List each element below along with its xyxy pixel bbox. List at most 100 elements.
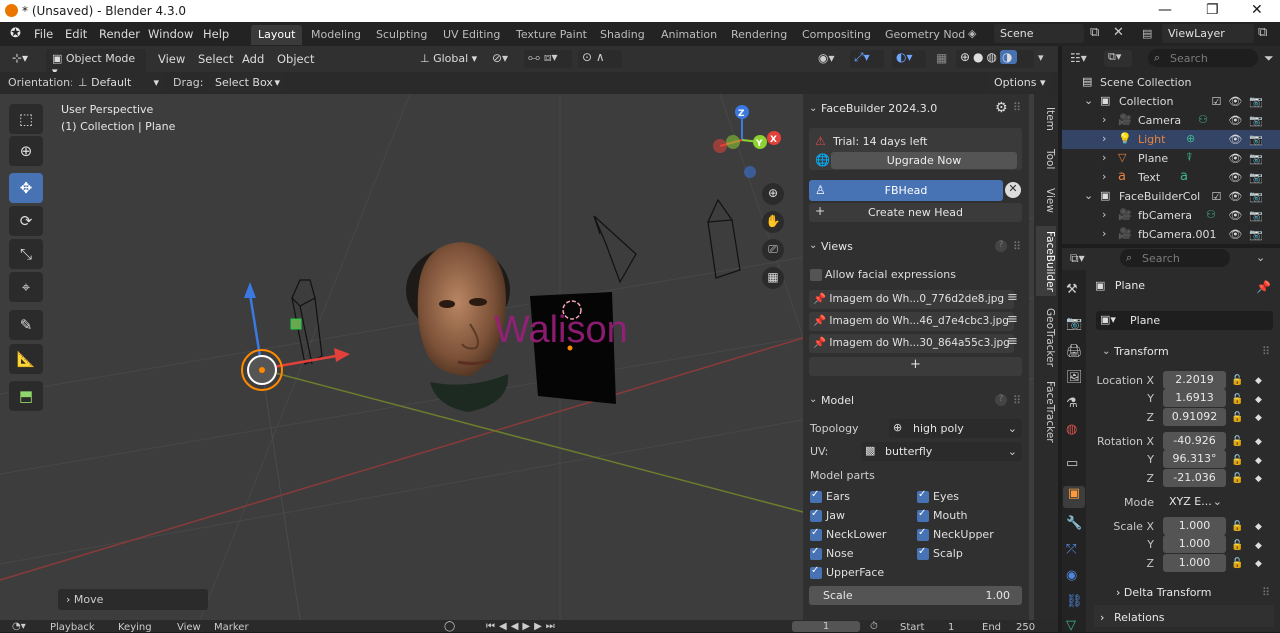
outliner-row-fbcamera[interactable]: › 🎥 fbCamera ⚇ 👁📷 — [1062, 206, 1280, 225]
rotate-tool[interactable]: ⟳ — [9, 206, 43, 236]
scale-z-field[interactable]: 1.000 — [1163, 554, 1226, 572]
scene-tab-icon[interactable]: ⚗ — [1066, 396, 1078, 411]
options-dropdown[interactable]: Options ▾ — [988, 73, 1052, 92]
tab-rendering[interactable]: Rendering — [724, 25, 794, 45]
shading-mode-icons[interactable]: ⊕●◍ ◑ — [956, 50, 1034, 68]
visibility-icon[interactable]: ◉▾ — [818, 51, 835, 65]
pivot-icon[interactable]: ⊘▾ — [492, 51, 508, 65]
location-y-field[interactable]: 1.6913 — [1163, 389, 1226, 407]
scale-y-field[interactable]: 1.000 — [1163, 535, 1226, 553]
help-icon[interactable]: ? — [995, 394, 1007, 406]
tab-compositing[interactable]: Compositing — [795, 25, 878, 45]
view-layer-tab-icon[interactable]: 🖼 — [1066, 370, 1083, 385]
menu-edit[interactable]: Edit — [65, 27, 87, 41]
part-ears-checkbox[interactable]: Ears — [810, 489, 850, 503]
menu-file[interactable]: File — [34, 27, 53, 41]
gear-icon[interactable]: ⚙ — [995, 100, 1008, 116]
visibility-toggles-icon[interactable]: ☑👁📷 — [1211, 190, 1270, 203]
delete-scene-icon[interactable]: ✕ — [1113, 25, 1124, 40]
select-box-tool[interactable]: ⬚ — [9, 104, 43, 134]
render-tab-icon[interactable]: 📷 — [1066, 316, 1082, 331]
part-eyes-checkbox[interactable]: Eyes — [917, 489, 959, 503]
filter-icon[interactable]: ⏷ — [1264, 51, 1274, 66]
hamburger-menu-icon[interactable]: ≡ — [1007, 290, 1018, 305]
lock-column-location[interactable]: 🔓 🔓 🔓 — [1231, 372, 1243, 428]
menu-window[interactable]: Window — [148, 27, 193, 41]
part-neckupper-checkbox[interactable]: NeckUpper — [917, 527, 994, 541]
timeline-menu-keying[interactable]: Keying — [118, 622, 152, 633]
tab-layout[interactable]: Layout — [251, 25, 303, 45]
part-necklower-checkbox[interactable]: NeckLower — [810, 527, 886, 541]
hamburger-menu-icon[interactable]: ≡ — [1007, 312, 1018, 327]
output-tab-icon[interactable]: 🖨 — [1066, 344, 1083, 359]
drag-handle-icon[interactable]: ⠿ — [1262, 345, 1270, 358]
pin-icon[interactable]: 📌 — [1256, 280, 1271, 294]
data-tab-icon[interactable]: ▽ — [1066, 618, 1076, 633]
menu-help[interactable]: Help — [203, 27, 229, 41]
visibility-toggles-icon[interactable]: ☑👁📷 — [1211, 95, 1270, 108]
part-nose-checkbox[interactable]: Nose — [810, 546, 853, 560]
vp-menu-view[interactable]: View — [158, 52, 185, 66]
fbhead-item[interactable]: ♙ FBHead — [809, 180, 1003, 201]
visibility-toggles-icon[interactable]: 👁📷 — [1228, 114, 1270, 127]
add-cube-tool[interactable]: ⬒ — [9, 381, 43, 411]
object-name-field[interactable]: ▣▾ Plane — [1096, 311, 1273, 330]
rotation-mode-dropdown[interactable]: XYZ E... ⌄ — [1163, 493, 1226, 511]
image-view-row[interactable]: 📌 Imagem do Wh...30_864a55c3.jpg — [809, 334, 1014, 353]
world-tab-icon[interactable]: ◍ — [1066, 422, 1077, 437]
tab-facetracker[interactable]: FaceTracker — [1036, 378, 1056, 446]
tab-shading[interactable]: Shading — [593, 25, 652, 45]
end-field[interactable]: 250 — [1016, 622, 1035, 633]
zoom-icon[interactable]: ⊕ — [762, 183, 784, 205]
tab-uv-editing[interactable]: UV Editing — [436, 25, 507, 45]
modifier-tab-icon[interactable]: 🔧 — [1066, 516, 1082, 531]
part-scalp-checkbox[interactable]: Scalp — [917, 546, 963, 560]
camera-view-icon[interactable]: ⎚ — [762, 239, 784, 261]
outliner-row-fbcamera-001[interactable]: › 🎥 fbCamera.001 👁📷 — [1062, 225, 1280, 244]
outliner-row-scene-collection[interactable]: ▤ Scene Collection — [1062, 73, 1280, 92]
properties-search-input[interactable]: ⌕ Search — [1120, 249, 1230, 267]
part-upperface-checkbox[interactable]: UpperFace — [810, 565, 884, 579]
overlay-toggle-icon[interactable]: ◐▾ — [892, 50, 926, 68]
perspective-toggle-icon[interactable]: ▦ — [762, 267, 784, 289]
help-icon[interactable]: ? — [995, 240, 1007, 252]
location-z-field[interactable]: 0.91092 — [1163, 408, 1226, 426]
delta-transform-section[interactable]: › Delta Transform — [1116, 586, 1211, 599]
outliner-row-facebuildercol[interactable]: ⌄ ▣ FaceBuilderCol ☑👁📷 — [1062, 187, 1280, 206]
minimize-button[interactable]: — — [1158, 2, 1172, 18]
rotation-y-field[interactable]: 96.313° — [1163, 450, 1226, 468]
visibility-toggles-icon[interactable]: 👁📷 — [1228, 171, 1270, 184]
scale-x-field[interactable]: 1.000 — [1163, 517, 1226, 535]
properties-editor-icon[interactable]: ⧉▾ — [1070, 251, 1085, 266]
particles-tab-icon[interactable]: ⤱ — [1066, 542, 1076, 557]
part-mouth-checkbox[interactable]: Mouth — [917, 508, 967, 522]
tab-modeling[interactable]: Modeling — [304, 25, 368, 45]
timeline-menu-view[interactable]: View — [177, 622, 201, 633]
start-field[interactable]: 1 — [948, 622, 954, 633]
tab-geometry-nodes[interactable]: Geometry Nod — [878, 25, 972, 45]
outliner-editor-icon[interactable]: ☷▾ — [1070, 51, 1087, 65]
tab-tool[interactable]: Tool — [1036, 142, 1056, 176]
tab-animation[interactable]: Animation — [654, 25, 724, 45]
move-tool[interactable]: ✥ — [9, 173, 43, 203]
orientation-dropdown[interactable]: ⊥ Default ▾ — [72, 73, 164, 92]
visibility-toggles-icon[interactable]: 👁📷 — [1228, 152, 1270, 165]
shading-options-chevron-icon[interactable]: ▾ — [1038, 51, 1044, 64]
view-layer-field[interactable]: ViewLayer — [1162, 24, 1254, 43]
image-view-row[interactable]: 📌 Imagem do Wh...0_776d2de8.jpg — [809, 290, 1014, 309]
maximize-button[interactable]: ❐ — [1206, 2, 1219, 18]
playback-controls-icon[interactable]: ⏮◀◀▶▶⏭ — [486, 621, 559, 632]
object-tab-icon[interactable]: ▣ — [1063, 486, 1085, 508]
create-new-head-button[interactable]: + Create new Head — [809, 203, 1022, 222]
outliner-row-collection[interactable]: ⌄ ▣ Collection ☑👁📷 — [1062, 92, 1280, 111]
tab-view[interactable]: View — [1036, 182, 1056, 218]
tab-geotracker[interactable]: GeoTracker — [1036, 304, 1056, 370]
pan-hand-icon[interactable]: ✋ — [762, 211, 784, 233]
cursor-tool[interactable]: ⊕ — [9, 136, 43, 166]
allow-expressions-checkbox[interactable] — [810, 268, 826, 281]
tab-facebuilder[interactable]: FaceBuilder — [1036, 226, 1056, 296]
drag-handle-icon[interactable]: ⠿ — [1013, 394, 1021, 407]
drag-handle-icon[interactable]: ⠿ — [1013, 240, 1021, 253]
auto-keying-icon[interactable]: ◯ — [444, 621, 455, 632]
measure-tool[interactable]: 📐 — [9, 344, 43, 374]
